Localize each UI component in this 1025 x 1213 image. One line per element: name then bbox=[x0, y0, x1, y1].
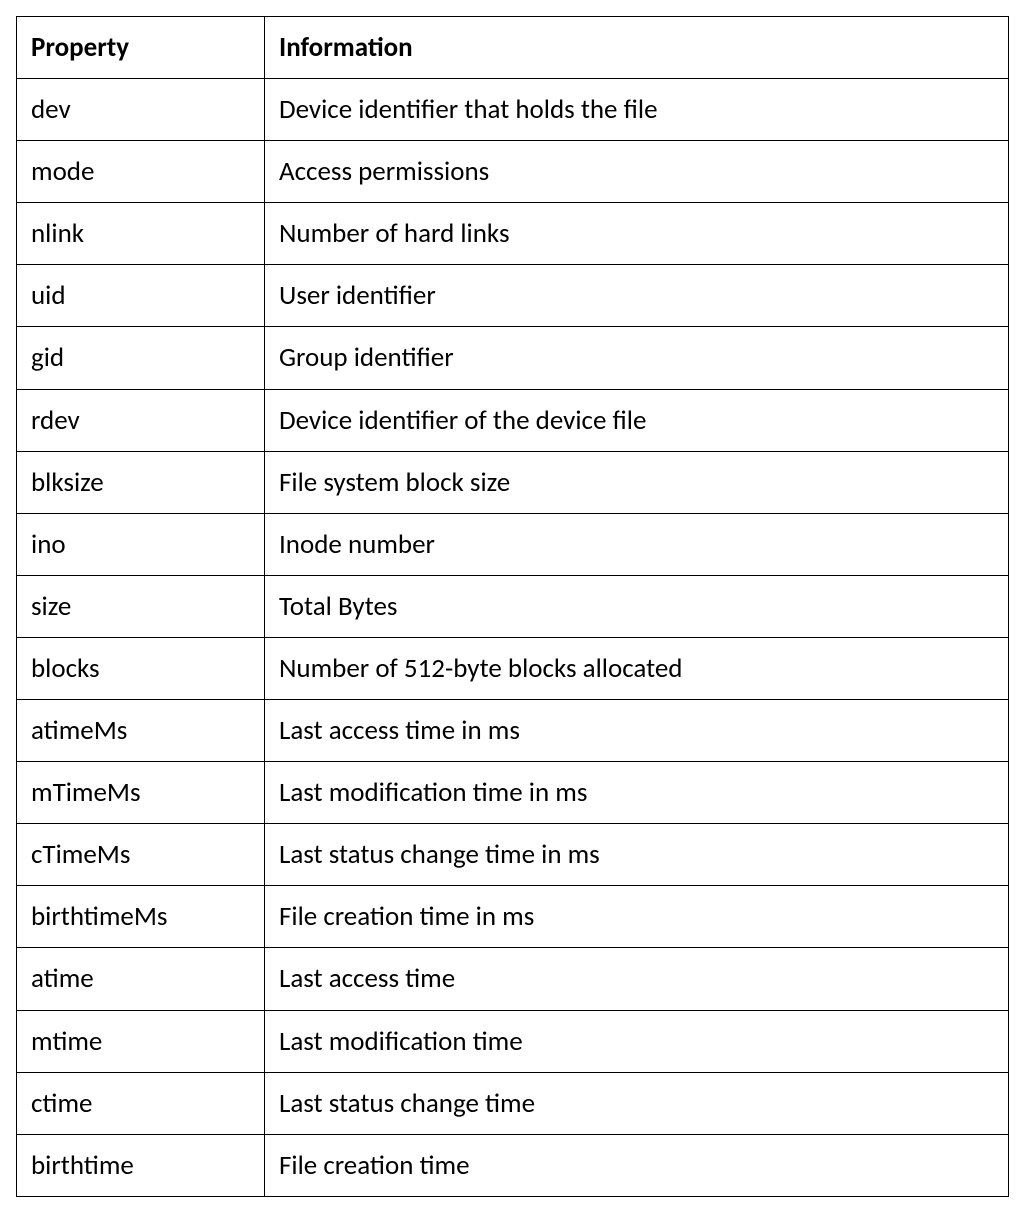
cell-property: birthtimeMs bbox=[17, 886, 265, 948]
cell-info: Inode number bbox=[265, 513, 1009, 575]
cell-info: Access permissions bbox=[265, 141, 1009, 203]
table-body: dev Device identifier that holds the fil… bbox=[17, 79, 1009, 1197]
cell-property: mTimeMs bbox=[17, 762, 265, 824]
cell-property: birthtime bbox=[17, 1134, 265, 1196]
cell-property: ino bbox=[17, 513, 265, 575]
cell-info: Last modification time bbox=[265, 1010, 1009, 1072]
cell-info: Number of 512-byte blocks allocated bbox=[265, 637, 1009, 699]
table-row: nlink Number of hard links bbox=[17, 203, 1009, 265]
table-row: dev Device identifier that holds the fil… bbox=[17, 79, 1009, 141]
cell-info: Last status change time bbox=[265, 1072, 1009, 1134]
cell-info: Last access time bbox=[265, 948, 1009, 1010]
cell-property: mtime bbox=[17, 1010, 265, 1072]
table-row: rdev Device identifier of the device fil… bbox=[17, 389, 1009, 451]
header-information: Information bbox=[265, 17, 1009, 79]
table-row: size Total Bytes bbox=[17, 575, 1009, 637]
table-row: blocks Number of 512-byte blocks allocat… bbox=[17, 637, 1009, 699]
cell-property: size bbox=[17, 575, 265, 637]
table-row: blksize File system block size bbox=[17, 451, 1009, 513]
cell-info: Device identifier of the device file bbox=[265, 389, 1009, 451]
cell-property: atimeMs bbox=[17, 700, 265, 762]
cell-property: blocks bbox=[17, 637, 265, 699]
table-row: uid User identifier bbox=[17, 265, 1009, 327]
table-row: atimeMs Last access time in ms bbox=[17, 700, 1009, 762]
cell-info: File creation time bbox=[265, 1134, 1009, 1196]
cell-info: File system block size bbox=[265, 451, 1009, 513]
table-row: atime Last access time bbox=[17, 948, 1009, 1010]
table-row: birthtime File creation time bbox=[17, 1134, 1009, 1196]
cell-info: Last modification time in ms bbox=[265, 762, 1009, 824]
cell-info: File creation time in ms bbox=[265, 886, 1009, 948]
cell-info: Device identifier that holds the file bbox=[265, 79, 1009, 141]
cell-property: dev bbox=[17, 79, 265, 141]
cell-property: ctime bbox=[17, 1072, 265, 1134]
table-row: birthtimeMs File creation time in ms bbox=[17, 886, 1009, 948]
cell-property: blksize bbox=[17, 451, 265, 513]
cell-info: Group identifier bbox=[265, 327, 1009, 389]
cell-property: nlink bbox=[17, 203, 265, 265]
header-property: Property bbox=[17, 17, 265, 79]
cell-property: cTimeMs bbox=[17, 824, 265, 886]
cell-info: Last status change time in ms bbox=[265, 824, 1009, 886]
cell-property: gid bbox=[17, 327, 265, 389]
table-row: mode Access permissions bbox=[17, 141, 1009, 203]
table-row: gid Group identifier bbox=[17, 327, 1009, 389]
cell-property: atime bbox=[17, 948, 265, 1010]
table-row: ino Inode number bbox=[17, 513, 1009, 575]
cell-info: User identifier bbox=[265, 265, 1009, 327]
cell-info: Total Bytes bbox=[265, 575, 1009, 637]
table-row: mTimeMs Last modification time in ms bbox=[17, 762, 1009, 824]
table-header-row: Property Information bbox=[17, 17, 1009, 79]
properties-table: Property Information dev Device identifi… bbox=[16, 16, 1009, 1197]
table-row: cTimeMs Last status change time in ms bbox=[17, 824, 1009, 886]
cell-property: rdev bbox=[17, 389, 265, 451]
cell-info: Last access time in ms bbox=[265, 700, 1009, 762]
cell-info: Number of hard links bbox=[265, 203, 1009, 265]
cell-property: uid bbox=[17, 265, 265, 327]
table-row: mtime Last modification time bbox=[17, 1010, 1009, 1072]
cell-property: mode bbox=[17, 141, 265, 203]
table-row: ctime Last status change time bbox=[17, 1072, 1009, 1134]
